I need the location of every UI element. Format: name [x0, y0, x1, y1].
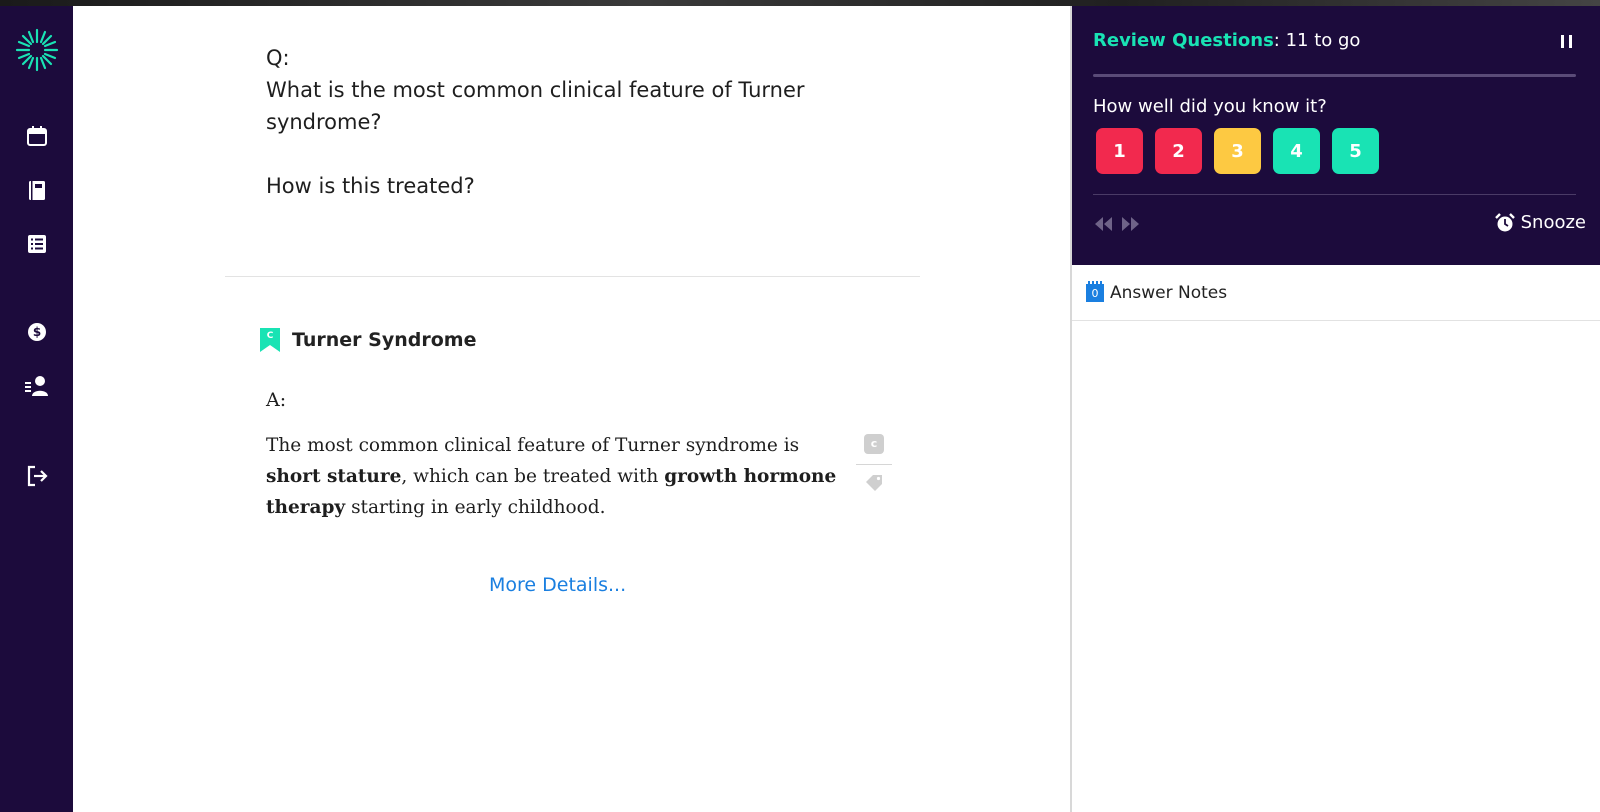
answer-key-term-1: short stature	[266, 466, 402, 487]
rewind-icon[interactable]	[1093, 216, 1113, 232]
user-list-icon	[24, 376, 48, 396]
question-answer-divider	[225, 276, 920, 277]
notes-count-badge: 0	[1086, 280, 1104, 302]
more-details-link[interactable]: More Details...	[489, 574, 626, 596]
category-badge-button[interactable]: c	[864, 434, 884, 454]
calendar-icon	[26, 126, 47, 146]
starburst-logo-icon	[15, 28, 58, 72]
answer-part-3: starting in early childhood.	[345, 497, 606, 518]
rating-button-4[interactable]: 4	[1273, 128, 1320, 174]
review-controls: Review Questions: 11 to go How well did …	[1072, 6, 1600, 265]
dollar-icon: $	[27, 323, 46, 341]
topic-badge-letter: C	[267, 331, 274, 341]
rating-button-5[interactable]: 5	[1332, 128, 1379, 174]
pause-icon	[1561, 35, 1564, 48]
answer-part-1: The most common clinical feature of Turn…	[266, 435, 800, 456]
answer-notes-label: Answer Notes	[1110, 282, 1228, 303]
snooze-label: Snooze	[1520, 212, 1586, 233]
tag-icon[interactable]	[864, 473, 884, 493]
sidebar-item-account[interactable]	[0, 366, 73, 406]
side-tools-divider	[856, 464, 892, 465]
rating-button-1[interactable]: 1	[1096, 128, 1143, 174]
fast-forward-icon[interactable]	[1121, 216, 1141, 232]
pause-icon-bar	[1569, 35, 1572, 48]
answer-label: A:	[266, 389, 287, 411]
rating-button-2[interactable]: 2	[1155, 128, 1202, 174]
snooze-button[interactable]: Snooze	[1494, 212, 1586, 233]
pause-button[interactable]	[1559, 33, 1575, 49]
question-card: Q: What is the most common clinical feat…	[73, 6, 1070, 812]
sidebar-item-billing[interactable]: $	[0, 312, 73, 352]
review-title: Review Questions: 11 to go	[1093, 30, 1360, 51]
checklist-icon	[27, 235, 46, 253]
answer-side-tools: c	[856, 434, 892, 497]
rating-button-3[interactable]: 3	[1214, 128, 1261, 174]
question-block: Q: What is the most common clinical feat…	[266, 42, 826, 202]
sidebar-item-calendar[interactable]	[0, 116, 73, 156]
question-text: What is the most common clinical feature…	[266, 78, 805, 198]
answer-text: The most common clinical feature of Turn…	[266, 430, 841, 523]
topic-title: Turner Syndrome	[292, 329, 477, 351]
logout-icon	[27, 465, 48, 487]
review-title-accent: Review Questions	[1093, 30, 1274, 51]
review-panel: Review Questions: 11 to go How well did …	[1070, 6, 1600, 812]
bookmark-icon[interactable]: C	[260, 328, 280, 352]
notebook-icon	[28, 181, 45, 200]
sidebar-item-logout[interactable]	[0, 456, 73, 496]
sidebar-nav: $	[0, 6, 73, 812]
topic-header: C Turner Syndrome	[260, 328, 476, 352]
review-progress-track	[1093, 74, 1576, 77]
answer-notes-header[interactable]: 0 Answer Notes	[1072, 265, 1600, 321]
sidebar-item-notebook[interactable]	[0, 170, 73, 210]
svg-text:$: $	[32, 325, 40, 339]
rating-buttons: 1 2 3 4 5	[1096, 128, 1379, 174]
review-remaining: : 11 to go	[1273, 30, 1361, 51]
alarm-clock-icon	[1494, 212, 1515, 231]
answer-part-2: , which can be treated with	[401, 466, 665, 487]
review-divider	[1093, 194, 1576, 195]
card-navigation	[1093, 216, 1141, 232]
rating-prompt: How well did you know it?	[1093, 96, 1327, 117]
sidebar-item-checklist[interactable]	[0, 224, 73, 264]
logo-button[interactable]	[0, 28, 73, 72]
question-label: Q:	[266, 46, 290, 70]
